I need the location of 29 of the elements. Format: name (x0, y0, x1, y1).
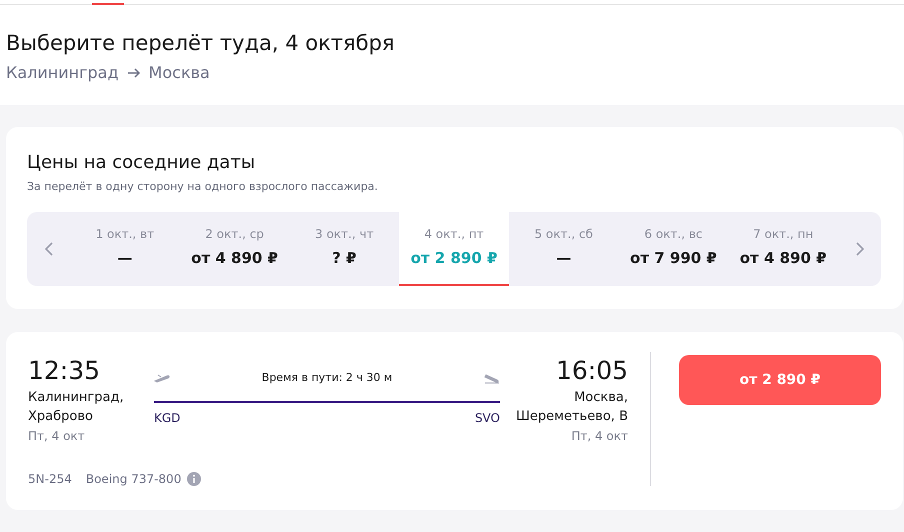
departure-date: Пт, 4 окт (28, 428, 86, 445)
date-tab[interactable]: 5 окт., сб — (508, 212, 619, 286)
destination-city: Москва (148, 62, 210, 84)
date-tab[interactable]: 3 окт., чт ? ₽ (289, 212, 400, 286)
chevron-left-icon (44, 242, 52, 256)
departure-time: 12:35 (28, 356, 102, 386)
arrival-time: 16:05 (554, 356, 628, 386)
aircraft-model: Boeing 737-800 (86, 471, 182, 488)
takeoff-icon (154, 372, 170, 384)
chevron-right-icon (856, 242, 864, 256)
date-tab[interactable]: 2 окт., ср от 4 890 ₽ (180, 212, 290, 286)
flight-duration: Время в пути: 2 ч 30 м (262, 370, 392, 386)
date-tab[interactable]: 7 окт., пн от 4 890 ₽ (728, 212, 838, 286)
flight-number: 5N-254 (28, 471, 72, 488)
arrival-date: Пт, 4 окт (570, 428, 628, 445)
departure-code: KGD (154, 410, 180, 426)
date-tab[interactable]: 6 окт., вс от 7 990 ₽ (618, 212, 728, 286)
arrival-code: SVO (474, 410, 500, 426)
arrow-right-icon (126, 67, 141, 79)
origin-city: Калининград (6, 62, 119, 84)
arrival-airport: Москва, Шереметьево, B (515, 389, 628, 426)
page-title: Выберите перелёт туда, 4 октября (6, 30, 396, 57)
landing-icon (484, 372, 500, 384)
section-title: Цены на соседние даты (27, 151, 256, 175)
departure-airport: Калининград, Храброво (28, 389, 125, 426)
date-tab[interactable]: 1 окт., вт — (70, 212, 180, 286)
info-icon[interactable] (187, 472, 202, 486)
tab-indicator (92, 3, 124, 5)
section-subtitle: За перелёт в одну сторону на одного взрослого пассажира. (27, 179, 379, 195)
